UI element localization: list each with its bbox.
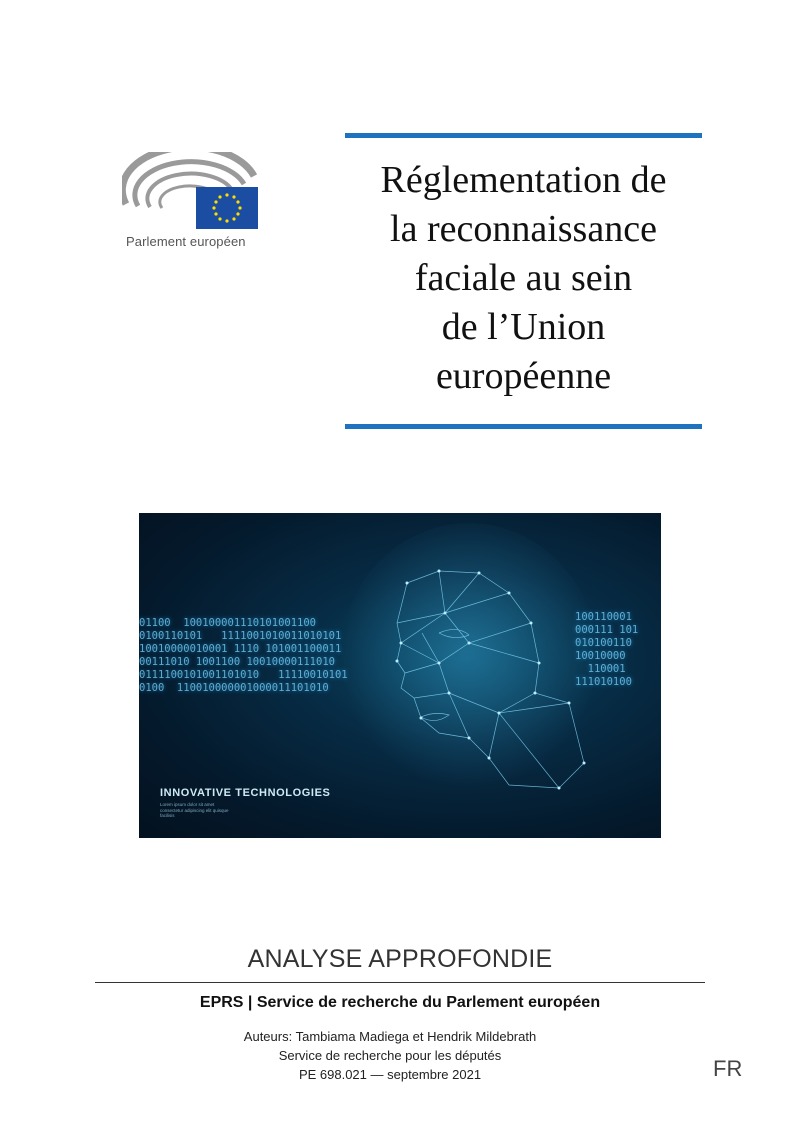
logo-text: Parlement européen bbox=[126, 234, 246, 249]
image-subcaption: Lorem ipsum dolor sit amet consectetur a… bbox=[160, 802, 229, 818]
title-bottom-rule bbox=[345, 424, 702, 429]
service-line: Service de recherche pour les députés bbox=[278, 1048, 502, 1063]
language-code: FR bbox=[713, 1056, 743, 1081]
footer-rule bbox=[95, 982, 705, 983]
parliament-hemicycle-icon bbox=[122, 152, 258, 229]
title-line: de l’Union bbox=[441, 306, 606, 348]
title-line: faciale au sein bbox=[414, 257, 633, 299]
title-line: la reconnaissance bbox=[390, 208, 657, 250]
eu-flag-icon bbox=[196, 187, 258, 229]
document-type: ANALYSE APPROFONDIE bbox=[247, 945, 553, 973]
title-line: européenne bbox=[435, 355, 612, 397]
publisher: EPRS | Service de recherche du Parlement… bbox=[199, 994, 601, 1011]
authors: Auteurs: Tambiama Madiega et Hendrik Mil… bbox=[243, 1029, 537, 1044]
cover-image: 01100 100100001110101001100 0100110101 1… bbox=[139, 513, 661, 838]
document-title: Réglementation de la reconnaissance faci… bbox=[345, 156, 702, 401]
title-top-rule bbox=[345, 133, 702, 138]
reference-line: PE 698.021 — septembre 2021 bbox=[298, 1067, 482, 1082]
title-line: Réglementation de bbox=[380, 159, 667, 201]
european-parliament-logo: Parlement européen bbox=[122, 152, 262, 252]
image-caption: INNOVATIVE TECHNOLOGIES bbox=[160, 787, 331, 799]
